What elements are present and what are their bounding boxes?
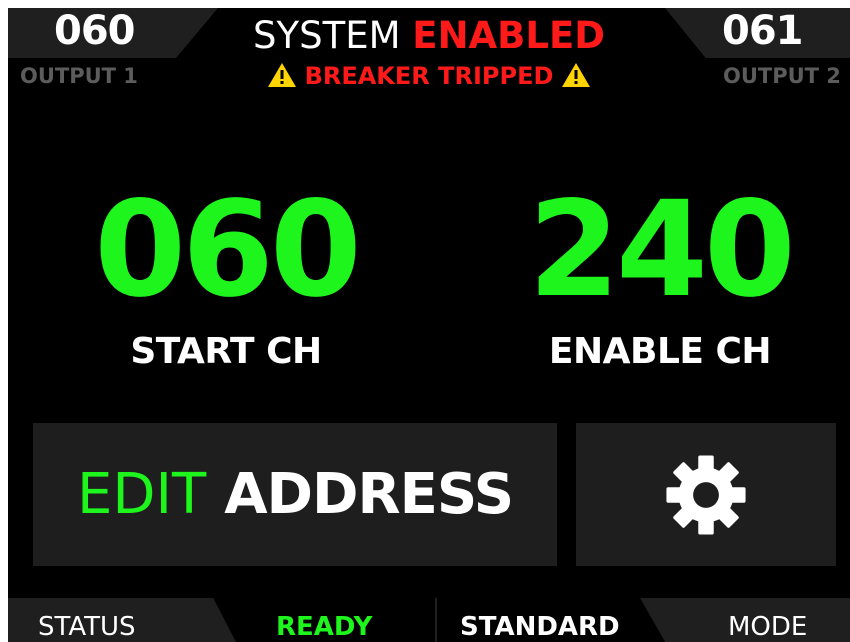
mode-value: STANDARD <box>460 612 620 642</box>
breaker-warning: BREAKER TRIPPED <box>8 62 850 90</box>
start-channel-label: START CH <box>130 331 322 372</box>
gear-icon <box>666 454 746 535</box>
enable-channel-value: 240 <box>528 173 796 327</box>
system-status: SYSTEM ENABLED <box>8 12 850 60</box>
enable-channel-label: ENABLE CH <box>548 331 772 372</box>
edit-address-button[interactable]: EDIT ADDRESS <box>33 423 557 566</box>
start-channel-value: 060 <box>94 173 362 327</box>
warning-triangle-icon <box>267 63 296 87</box>
warning-text: BREAKER TRIPPED <box>304 62 554 90</box>
status-value: READY <box>276 612 373 642</box>
mode-label: MODE <box>728 612 808 642</box>
device-screen: 060 OUTPUT 1 061 OUTPUT 2 SYSTEM ENABLED… <box>8 8 850 642</box>
edit-word: EDIT <box>76 462 207 527</box>
warning-triangle-icon <box>562 63 591 87</box>
status-divider <box>435 598 437 642</box>
address-word: ADDRESS <box>224 462 514 527</box>
settings-button[interactable] <box>576 423 836 566</box>
system-state: ENABLED <box>412 14 605 57</box>
status-bar: STATUS READY STANDARD MODE <box>8 598 850 642</box>
status-label: STATUS <box>38 612 136 642</box>
system-prefix: SYSTEM <box>253 14 401 57</box>
